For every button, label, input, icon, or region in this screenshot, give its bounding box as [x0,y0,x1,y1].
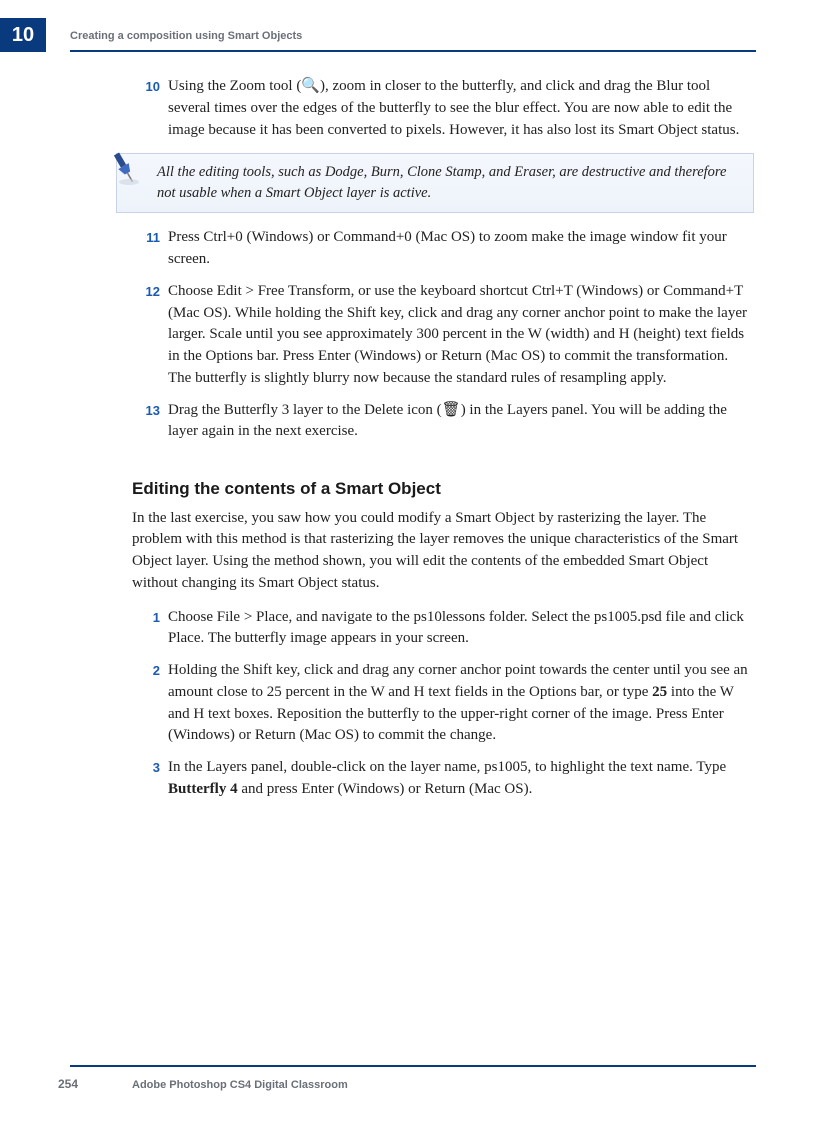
step-text: Holding the Shift key, click and drag an… [168,660,754,747]
page-number: 254 [58,1077,78,1091]
step-item: 10 Using the Zoom tool (🔍), zoom in clos… [132,76,754,141]
step-text: Press Ctrl+0 (Windows) or Command+0 (Mac… [168,227,754,271]
note-box: All the editing tools, such as Dodge, Bu… [116,153,754,213]
step-text: Drag the Butterfly 3 layer to the Delete… [168,400,754,444]
chapter-number-tab: 10 [0,18,46,52]
step-item: 3 In the Layers panel, double-click on t… [132,757,754,801]
step-number: 10 [132,76,168,141]
step-number: 13 [132,400,168,444]
step-text: In the Layers panel, double-click on the… [168,757,754,801]
note-text: All the editing tools, such as Dodge, Bu… [157,164,726,201]
step-item: 13 Drag the Butterfly 3 layer to the Del… [132,400,754,444]
step-text: Using the Zoom tool (🔍), zoom in closer … [168,76,754,141]
running-head: Creating a composition using Smart Objec… [70,30,302,42]
step-text: Choose Edit > Free Transform, or use the… [168,281,754,390]
step-text: Choose File > Place, and navigate to the… [168,607,754,651]
step-item: 1 Choose File > Place, and navigate to t… [132,607,754,651]
section-intro: In the last exercise, you saw how you co… [132,508,754,595]
book-title: Adobe Photoshop CS4 Digital Classroom [132,1079,348,1091]
page-content: 10 Using the Zoom tool (🔍), zoom in clos… [132,76,754,811]
step-item: 11 Press Ctrl+0 (Windows) or Command+0 (… [132,227,754,271]
step-number: 3 [132,757,168,801]
step-item: 2 Holding the Shift key, click and drag … [132,660,754,747]
step-number: 1 [132,607,168,651]
section-heading: Editing the contents of a Smart Object [132,477,754,502]
pushpin-icon [103,146,145,188]
step-number: 12 [132,281,168,390]
step-number: 2 [132,660,168,747]
footer-rule [70,1065,756,1067]
header-rule [70,50,756,52]
step-item: 12 Choose Edit > Free Transform, or use … [132,281,754,390]
step-number: 11 [132,227,168,271]
